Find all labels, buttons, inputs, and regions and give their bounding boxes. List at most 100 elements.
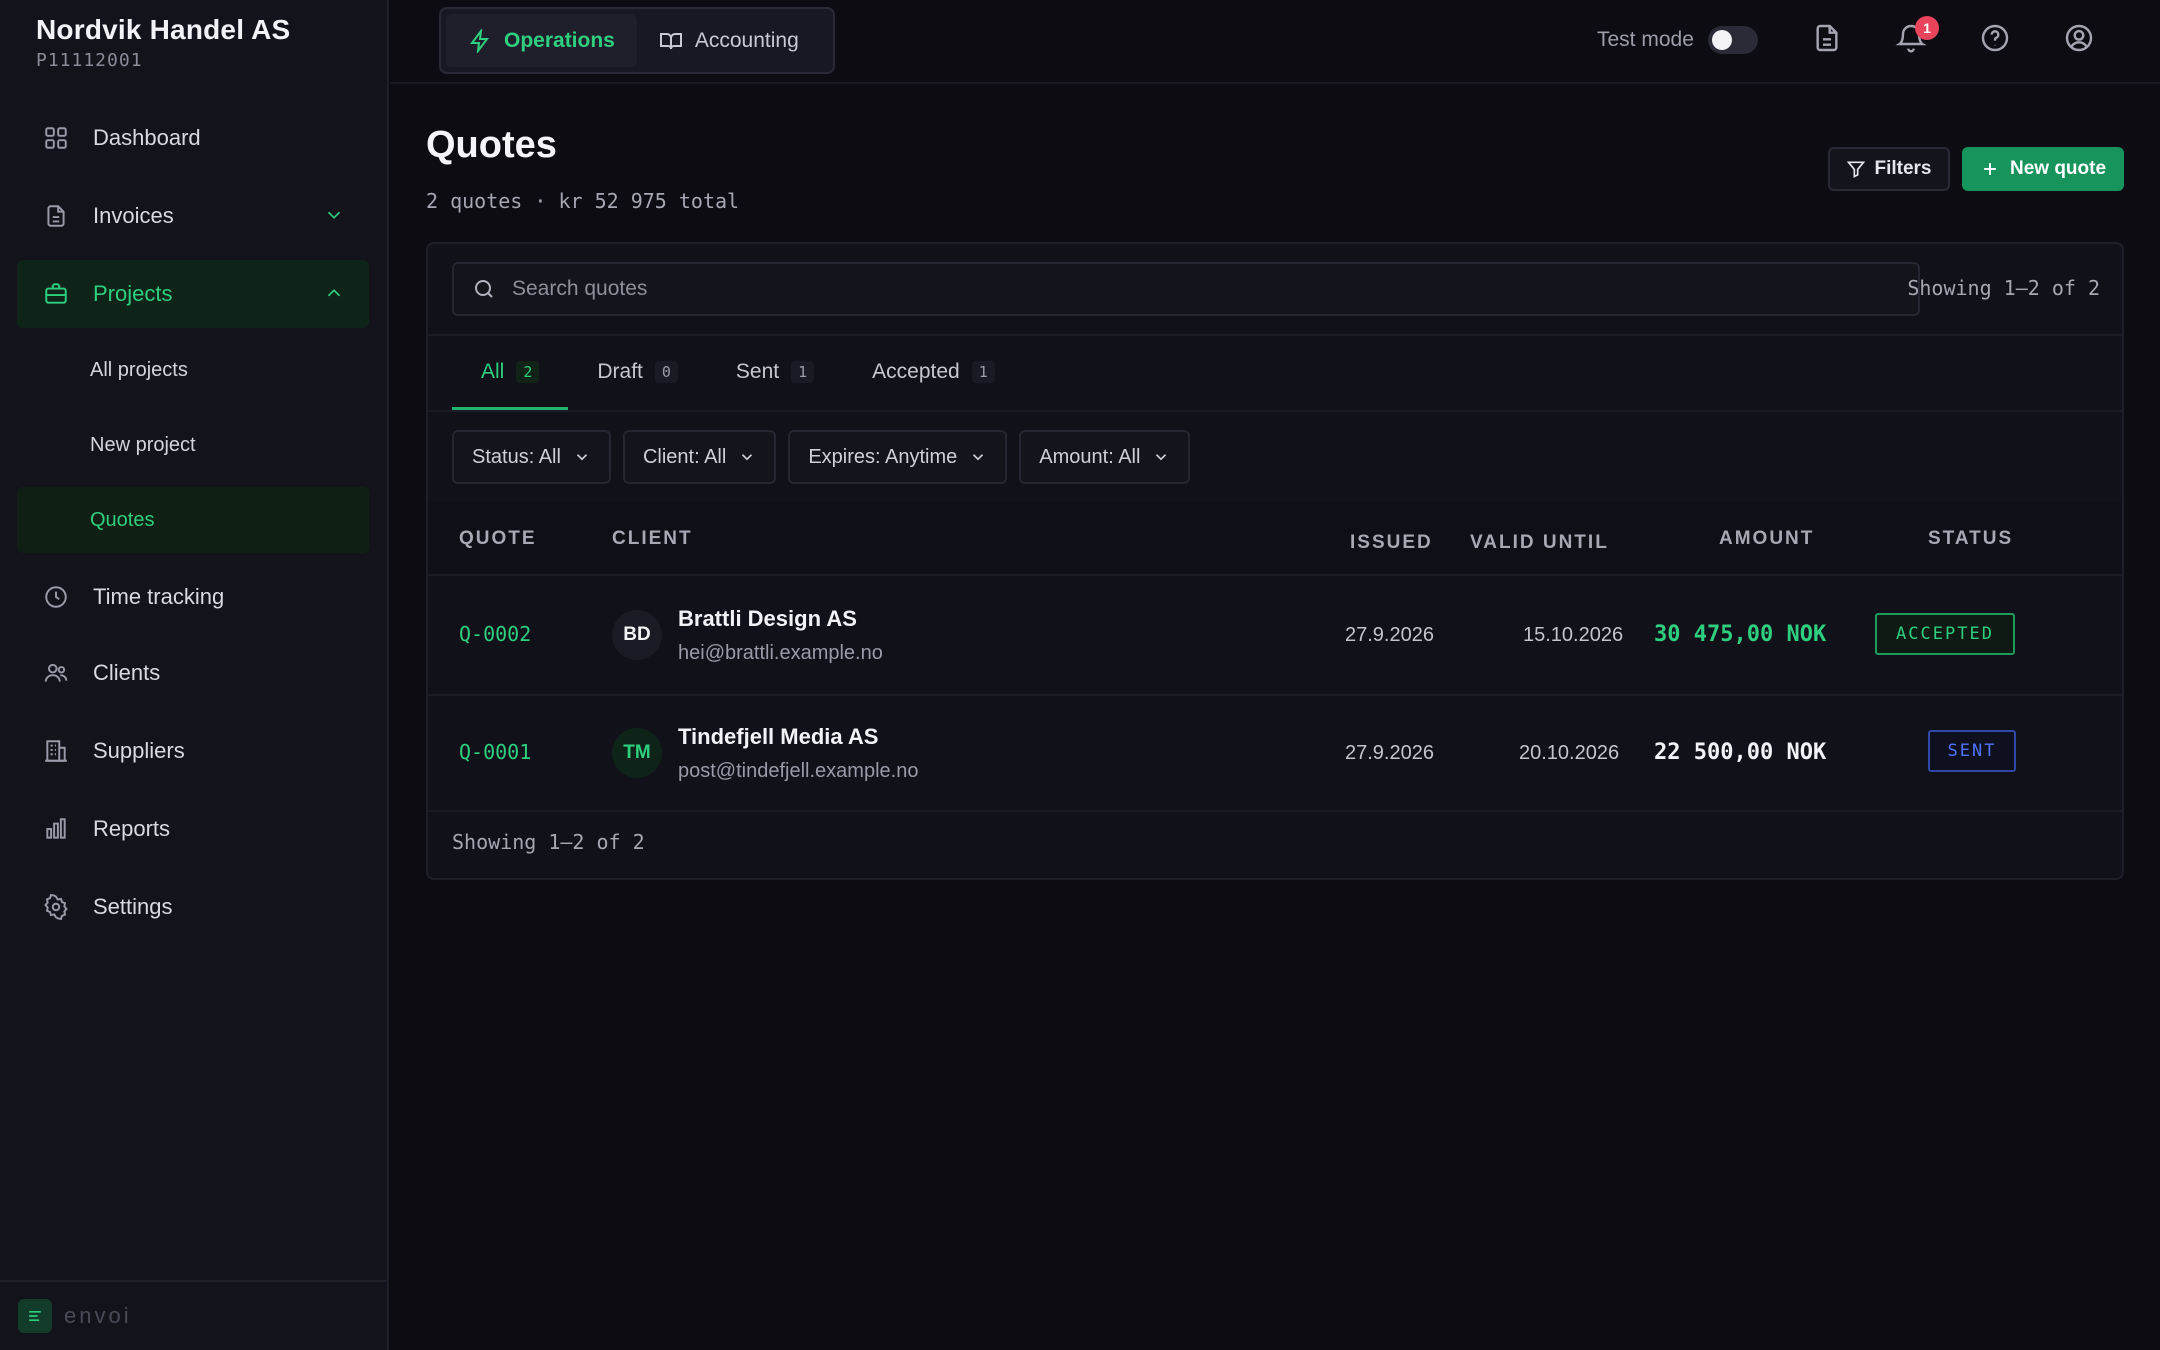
search-box (452, 262, 1920, 316)
book-open-icon (659, 32, 682, 49)
tab-accepted[interactable]: Accepted 1 (843, 334, 1024, 410)
tab-draft[interactable]: Draft 0 (568, 334, 707, 410)
notification-badge: 1 (1915, 16, 1939, 40)
avatar: TM (612, 728, 662, 778)
issued-date: 27.9.2026 (1345, 742, 1434, 764)
sidebar-footer: envoi (0, 1280, 389, 1350)
client-name[interactable]: Tindefjell Media AS (678, 724, 878, 750)
sidebar-item-suppliers[interactable]: Suppliers (17, 717, 369, 785)
column-client[interactable]: CLIENT (612, 528, 693, 550)
filter-icon (1847, 161, 1866, 178)
chevron-down-icon (973, 454, 984, 461)
gear-icon (44, 894, 68, 920)
sidebar-item-projects[interactable]: Projects (17, 260, 369, 328)
help-button[interactable] (1979, 22, 2015, 58)
filters-button[interactable]: Filters (1828, 147, 1950, 191)
status-badge: SENT (1928, 730, 2016, 772)
sidebar-subitem-all-projects[interactable]: All projects (17, 337, 369, 403)
plus-icon (1984, 163, 1996, 175)
briefcase-icon (45, 283, 67, 304)
chevron-down-icon (1156, 454, 1167, 461)
sidebar-item-label: Time tracking (93, 584, 225, 609)
tab-operations[interactable]: Operations (446, 14, 637, 67)
client-email: hei@brattli.example.no (678, 642, 883, 664)
top-bar: Operations Accounting Test mode 1 (391, 0, 2160, 84)
sidebar-item-invoices[interactable]: Invoices (17, 182, 369, 250)
document-icon (47, 205, 65, 227)
expires-filter-dropdown[interactable]: Expires: Anytime (788, 430, 1008, 484)
lightning-icon (470, 28, 489, 53)
org-switcher[interactable]: Nordvik Handel AS P11112001 (36, 14, 290, 71)
test-mode-label: Test mode (1597, 28, 1694, 51)
amount: 30 475,00 NOK (1654, 622, 1827, 647)
account-button[interactable] (2063, 22, 2099, 58)
notifications-button[interactable]: 1 (1895, 16, 1939, 58)
client-name[interactable]: Brattli Design AS (678, 606, 857, 632)
help-circle-icon (1981, 24, 2009, 52)
documents-button[interactable] (1811, 22, 1847, 58)
grid-icon (45, 127, 67, 149)
divider (428, 410, 2122, 412)
chip-label: Client: All (642, 445, 727, 468)
table-row[interactable]: Q-0002 BD Brattli Design AS hei@brattli.… (428, 576, 2122, 694)
table-header: QUOTE CLIENT ISSUED VALID UNTIL AMOUNT S… (428, 502, 2122, 574)
table-row[interactable]: Q-0001 TM Tindefjell Media AS post@tinde… (428, 696, 2122, 814)
sidebar-item-reports[interactable]: Reports (17, 795, 369, 863)
sidebar-subitem-new-project[interactable]: New project (17, 412, 369, 478)
page-title: Quotes (426, 124, 557, 166)
tab-accounting[interactable]: Accounting (637, 14, 821, 67)
tab-all[interactable]: All 2 (452, 334, 569, 410)
chevron-up-icon[interactable] (323, 282, 345, 304)
sidebar-item-label: Suppliers (93, 738, 185, 763)
result-count-bottom: Showing 1–2 of 2 (452, 830, 645, 854)
sidebar-item-label: Settings (93, 894, 173, 919)
sidebar-item-clients[interactable]: Clients (17, 639, 369, 707)
amount: 22 500,00 NOK (1654, 740, 1827, 765)
sidebar: Nordvik Handel AS P11112001 Dashboard In… (0, 0, 389, 1350)
sidebar-item-label: Clients (93, 660, 161, 685)
client-filter-dropdown[interactable]: Client: All (622, 430, 777, 484)
column-quote[interactable]: QUOTE (459, 528, 537, 550)
amount-filter-dropdown[interactable]: Amount: All (1019, 430, 1191, 484)
result-count-top: Showing 1–2 of 2 (1907, 276, 2100, 300)
column-issued[interactable]: ISSUED (1350, 532, 1433, 554)
bar-chart-icon (46, 818, 66, 839)
sidebar-item-settings[interactable]: Settings (17, 873, 369, 941)
tab-count: 2 (516, 361, 540, 383)
column-valid-until[interactable]: VALID UNTIL (1470, 532, 1609, 554)
test-mode: Test mode (1597, 26, 1758, 54)
status-tabs: All 2 Draft 0 Sent 1 Accepted 1 (452, 334, 1024, 410)
chevron-down-icon[interactable] (323, 204, 345, 226)
client-email: post@tindefjell.example.no (678, 760, 919, 782)
sidebar-item-label: Dashboard (93, 125, 201, 150)
tab-label: Draft (597, 360, 643, 383)
filter-chips: Status: All Client: All Expires: Anytime… (452, 430, 1191, 484)
tab-sent[interactable]: Sent 1 (707, 334, 843, 410)
quote-id-link[interactable]: Q-0002 (459, 622, 531, 646)
quote-id-link[interactable]: Q-0001 (459, 740, 531, 764)
chip-label: Amount: All (1039, 445, 1141, 468)
chevron-down-icon (742, 454, 753, 461)
new-quote-button-label: New quote (2009, 158, 2107, 179)
sidebar-item-label: Projects (93, 281, 173, 306)
envoi-logo-icon (18, 1299, 52, 1333)
search-input[interactable] (512, 277, 1892, 301)
sidebar-item-dashboard[interactable]: Dashboard (17, 104, 369, 172)
tab-label: All (481, 360, 505, 383)
tab-count: 1 (791, 361, 815, 383)
footer-brand: envoi (64, 1303, 132, 1328)
sidebar-item-time-tracking[interactable]: Time tracking (17, 563, 369, 631)
sidebar-item-label: Invoices (93, 203, 174, 228)
status-filter-dropdown[interactable]: Status: All (452, 430, 611, 484)
tab-count: 1 (971, 361, 995, 383)
test-mode-toggle[interactable] (1707, 26, 1758, 54)
page-subtitle: 2 quotes · kr 52 975 total (426, 189, 740, 213)
valid-until-date: 20.10.2026 (1519, 742, 1620, 764)
column-status[interactable]: STATUS (1928, 528, 2013, 550)
search-icon (475, 280, 493, 298)
column-amount[interactable]: AMOUNT (1719, 528, 1814, 550)
new-quote-button[interactable]: New quote (1962, 147, 2124, 191)
clock-icon (45, 586, 67, 608)
avatar: BD (612, 610, 662, 660)
sidebar-subitem-quotes[interactable]: Quotes (17, 487, 369, 553)
